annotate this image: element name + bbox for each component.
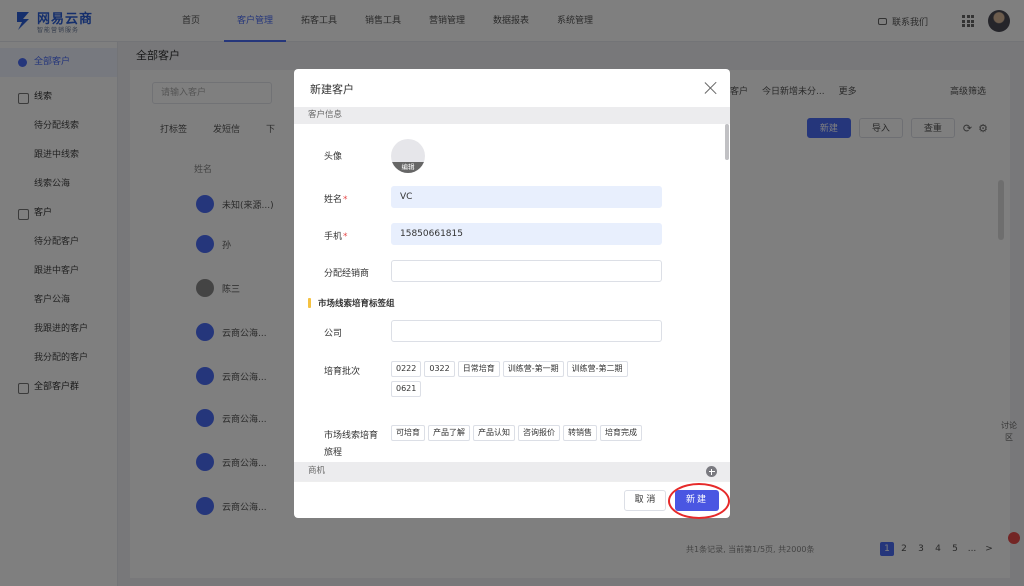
dialog-footer: 取 消 新建 — [294, 481, 730, 518]
journey-tag[interactable]: 可培育 — [391, 425, 425, 441]
avatar-label: 头像 — [324, 152, 343, 162]
batch-tag-list: 0222 0322 日常培育 训练营-第一期 训练营-第二期 0621 — [391, 361, 651, 401]
section-opportunity: 商机 — [294, 462, 730, 481]
journey-tag[interactable]: 转销售 — [563, 425, 597, 441]
batch-row: 培育批次 0222 0322 日常培育 训练营-第一期 训练营-第二期 0621 — [294, 361, 724, 411]
journey-tag-list: 可培育 产品了解 产品认知 咨询报价 转销售 培育完成 — [391, 425, 661, 445]
name-row: 姓名* VC — [294, 186, 724, 210]
journey-row: 市场线索培育 旅程 可培育 产品了解 产品认知 咨询报价 转销售 培育完成 — [294, 425, 724, 462]
name-label-text: 姓名 — [324, 195, 343, 205]
journey-tag[interactable]: 产品认知 — [473, 425, 515, 441]
dealer-field[interactable] — [391, 260, 662, 282]
required-mark: * — [343, 195, 348, 205]
phone-row: 手机* 15850661815 — [294, 223, 724, 247]
name-label: 姓名* — [324, 192, 348, 205]
name-field[interactable]: VC — [391, 186, 662, 208]
dialog-scrollbar[interactable] — [725, 124, 729, 160]
dialog-header: 新建客户 — [294, 69, 730, 107]
create-button[interactable]: 新建 — [675, 490, 719, 511]
avatar-row: 头像 编辑 — [294, 139, 724, 179]
company-label: 公司 — [324, 329, 343, 339]
dialog-title: 新建客户 — [310, 83, 354, 96]
company-row: 公司 — [294, 320, 724, 344]
close-icon[interactable] — [704, 81, 718, 95]
add-opportunity-icon[interactable] — [706, 466, 717, 477]
phone-field[interactable]: 15850661815 — [391, 223, 662, 245]
journey-label: 市场线索培育 — [324, 431, 379, 441]
batch-tag[interactable]: 日常培育 — [457, 361, 500, 377]
new-customer-dialog: 新建客户 客户信息 头像 编辑 姓名* VC 手机* 15850661815 分… — [294, 69, 730, 518]
avatar-edit-label: 编辑 — [391, 162, 425, 173]
journey-label-continued: 旅程 — [324, 448, 343, 458]
batch-tag[interactable]: 训练营-第一期 — [502, 361, 564, 377]
batch-tag[interactable]: 训练营-第二期 — [566, 361, 628, 377]
cancel-button[interactable]: 取 消 — [624, 490, 666, 511]
journey-tag[interactable]: 产品了解 — [428, 425, 470, 441]
batch-label: 培育批次 — [324, 367, 361, 377]
journey-tag[interactable]: 培育完成 — [600, 425, 642, 441]
tag-group-title: 市场线索培育标签组 — [308, 297, 395, 309]
batch-tag[interactable]: 0222 — [391, 361, 422, 377]
batch-tag[interactable]: 0621 — [391, 381, 422, 397]
phone-label: 手机* — [324, 229, 348, 242]
dialog-body: 客户信息 头像 编辑 姓名* VC 手机* 15850661815 分配经销商 … — [294, 107, 730, 462]
phone-label-text: 手机 — [324, 232, 343, 242]
avatar-upload[interactable]: 编辑 — [391, 139, 425, 173]
journey-tag[interactable]: 咨询报价 — [518, 425, 560, 441]
dealer-row: 分配经销商 — [294, 260, 724, 284]
batch-tag[interactable]: 0322 — [424, 361, 455, 377]
dealer-label: 分配经销商 — [324, 269, 370, 279]
required-mark: * — [343, 232, 348, 242]
section-customer-info: 客户信息 — [294, 107, 730, 124]
company-field[interactable] — [391, 320, 662, 342]
opportunity-label: 商机 — [308, 466, 326, 476]
